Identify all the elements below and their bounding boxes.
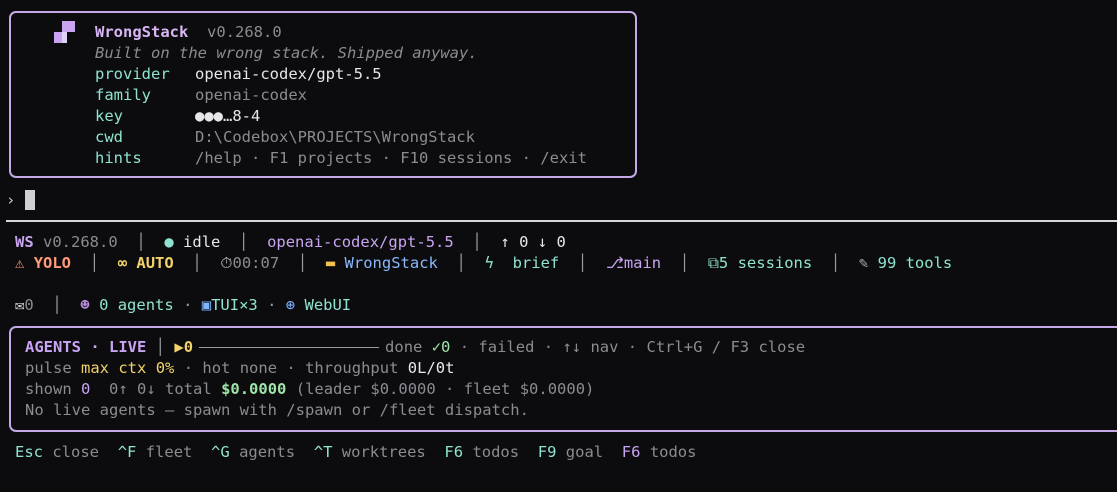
shortcut-bar: Esc close ^F fleet ^G agents ^T worktree… [15,442,696,463]
timer: 00:07 [232,254,280,272]
wrench-icon: ✎ [858,254,869,272]
field-key-provider: provider [95,65,170,83]
field-key-key: key [95,107,123,125]
folder-icon: ▬ [325,254,336,272]
prompt-caret: › [6,191,16,209]
agents-count[interactable]: 0 agents [99,296,174,314]
status-model[interactable]: openai-codex/gpt-5.5 [267,233,454,251]
cost-breakdown: (leader $0.0000 · fleet $0.0000) [295,380,595,398]
warning-icon: ⚠ [15,254,25,272]
sessions-count[interactable]: 5 sessions [719,254,812,272]
field-key-family: family [95,86,151,104]
throughput-label: throughput [305,359,399,377]
close-hint: Ctrl+G / F3 close [646,338,806,356]
mode-yolo[interactable]: YOLO [34,254,71,272]
webui-link[interactable]: WebUI [304,296,351,314]
tagline: Built on the wrong stack. Shipped anyway… [95,44,478,62]
field-key-cwd: cwd [95,128,123,146]
agents-title: AGENTS · LIVE [25,338,147,356]
monitor-icon: ▣ [201,296,212,314]
idle-dot-icon: ● [164,233,174,251]
brand-label: WS [15,233,34,251]
brief-label[interactable]: brief [513,254,560,272]
mode-auto[interactable]: AUTO [136,254,173,272]
field-value-cwd: D:\Codebox\PROJECTS\WrongStack [195,128,475,146]
mail-icon: ✉ [15,296,25,314]
project-name[interactable]: WrongStack [345,254,438,272]
status-line-3: ✉0 │ ☻ 0 agents · ▣TUI×3 · ⊕ WebUI [15,296,352,314]
app-name: WrongStack [95,23,189,41]
app-version: v0.268.0 [207,23,282,41]
globe-icon: ⊕ [285,296,296,314]
total-label: total [165,380,212,398]
wrongstack-logo-icon [54,21,75,43]
shortcut-goal[interactable]: F9 goal [538,443,603,461]
field-value-hints: /help · F1 projects · F10 sessions · /ex… [195,149,587,167]
agents-icon: ☻ [80,296,90,314]
status-line-2: ⚠ YOLO │ ∞ AUTO │ ⏱00:07 │ ▬ WrongStack … [15,254,953,272]
max-ctx-label: max ctx [81,359,147,377]
stopwatch-icon: ⏱ [220,254,233,272]
agents-shown-line: shown 0 0↑ 0↓ total $0.0000 (leader $0.0… [25,379,594,400]
prompt-input[interactable] [25,190,35,210]
shortcut-agents[interactable]: ^G agents [211,443,295,461]
token-counts: 0↑ 0↓ [109,380,156,398]
arrow-up-icon: ↑ [500,233,510,251]
tokens-up: 0 [519,233,529,251]
sessions-icon: ⧉ [707,254,719,272]
done-label: done [385,338,423,356]
shown-value: 0 [81,380,91,398]
done-count: ✓0 [431,338,451,356]
throughput-value: 0L/0t [407,359,455,377]
tools-count[interactable]: 99 tools [878,254,953,272]
infinity-icon: ∞ [117,254,128,272]
nav-hint: ↑↓ nav [562,338,619,356]
running-icon: ▶ [174,338,184,356]
field-key-hints: hints [95,149,142,167]
mail-count: 0 [24,296,34,314]
shortcut-todos-2[interactable]: F6 todos [622,443,697,461]
shown-label: shown [25,380,72,398]
agents-header-line: AGENTS · LIVE │ ▶0 done ✓0 · failed · ↑↓ … [25,338,806,356]
shortcut-worktrees[interactable]: ^T worktrees [314,443,426,461]
status-line-1: WS v0.268.0 │ ● idle │ openai-codex/gpt-… [15,233,566,251]
arrow-down-icon: ↓ [537,233,548,251]
branch-name[interactable]: main [624,254,661,272]
field-value-family: openai-codex [195,86,307,104]
progress-rule [199,347,380,348]
max-ctx-value: 0% [155,359,175,377]
shortcut-fleet[interactable]: ^F fleet [118,443,193,461]
empty-message: No live agents — spawn with /spawn or /f… [25,401,529,419]
agents-pulse-line: pulse max ctx 0% · hot none · throughput… [25,359,455,377]
field-value-provider: openai-codex/gpt-5.5 [195,65,382,83]
app-title-line: WrongStack v0.268.0 [95,22,282,43]
tui-count[interactable]: TUI×3 [211,296,258,314]
status-version: v0.268.0 [43,233,118,251]
hot-value: hot none [202,359,278,377]
tokens-down: 0 [556,233,566,251]
shortcut-esc[interactable]: Esc close [15,443,99,461]
shortcut-todos[interactable]: F6 todos [444,443,519,461]
status-state: idle [183,233,221,251]
running-count: 0 [183,338,194,356]
field-value-key: ●●●…8-4 [195,107,261,125]
failed-label: failed [478,338,535,356]
total-value: $0.0000 [221,380,287,398]
divider [6,220,1117,222]
lightning-icon: ϟ [484,254,494,272]
pulse-label: pulse [25,359,72,377]
git-branch-icon: ⎇ [605,254,624,272]
